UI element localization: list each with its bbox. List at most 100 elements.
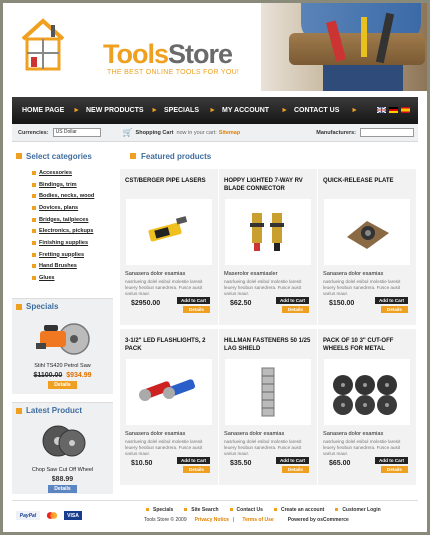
logo-text[interactable]: ToolsStore bbox=[103, 39, 233, 70]
special-name[interactable]: Stihl TS420 Petrol Saw bbox=[12, 363, 113, 369]
nav-contact-us[interactable]: CONTACT US ► bbox=[284, 97, 358, 124]
details-button[interactable]: Details bbox=[281, 466, 309, 473]
bullet-icon bbox=[32, 229, 36, 234]
latest-price: $88.99 bbox=[12, 476, 113, 483]
flag-uk-icon[interactable] bbox=[377, 107, 386, 113]
product-image[interactable] bbox=[126, 199, 212, 265]
product-image[interactable] bbox=[225, 199, 311, 265]
product-price: $150.00 bbox=[329, 300, 355, 307]
bullet-icon bbox=[32, 182, 36, 187]
category-item[interactable]: Dovices, plans bbox=[32, 202, 113, 214]
category-item[interactable]: Accessories bbox=[32, 167, 113, 179]
add-to-cart-button[interactable]: Add to Cart bbox=[374, 297, 408, 304]
add-to-cart-button[interactable]: Add to Cart bbox=[374, 457, 408, 464]
petrol-saw-image[interactable] bbox=[32, 317, 94, 357]
bullet-square-icon bbox=[16, 303, 22, 310]
footer-link-search[interactable]: Site Search bbox=[182, 507, 227, 513]
category-item[interactable]: Bridges, tailpieces bbox=[32, 214, 113, 226]
nav-new-products[interactable]: NEW PRODUCTS ► bbox=[76, 97, 158, 124]
details-button[interactable]: Details bbox=[281, 306, 309, 313]
footer-link-label: Site Search bbox=[191, 507, 219, 513]
category-label: Accessories bbox=[39, 169, 72, 176]
special-details-button[interactable]: Details bbox=[48, 380, 77, 389]
category-label: Hand Brushes bbox=[39, 263, 77, 270]
product-title[interactable]: CST/BERGER PIPE LASERS bbox=[125, 177, 213, 199]
category-item[interactable]: Electronics, pickups bbox=[32, 225, 113, 237]
hero-image bbox=[261, 3, 427, 91]
bullet-icon bbox=[32, 276, 36, 281]
nav-my-account-label: MY ACCOUNT bbox=[222, 107, 270, 114]
category-label: Bindings, trim bbox=[39, 181, 77, 188]
details-button[interactable]: Details bbox=[182, 466, 210, 473]
nav-contact-us-label: CONTACT US bbox=[294, 107, 340, 114]
add-to-cart-button[interactable]: Add to Cart bbox=[176, 297, 210, 304]
privacy-link[interactable]: Privacy Notice bbox=[195, 517, 229, 523]
product-name: Sanasera dolor esamias bbox=[323, 271, 384, 277]
category-item[interactable]: Bindings, trim bbox=[32, 179, 113, 191]
flag-de-icon[interactable] bbox=[389, 107, 398, 113]
product-image[interactable] bbox=[324, 199, 410, 265]
page: ToolsStore THE BEST ONLINE TOOLS FOR YOU… bbox=[3, 3, 427, 532]
category-item[interactable]: Bodies, necks, wood bbox=[32, 190, 113, 202]
add-to-cart-button[interactable]: Add to Cart bbox=[176, 457, 210, 464]
currency-select[interactable]: US Dollar bbox=[52, 128, 101, 137]
special-product: Stihl TS420 Petrol Saw $1100.00 $934.99 D… bbox=[12, 317, 113, 389]
footer-link-label: Customer Login bbox=[342, 507, 381, 513]
product-card: 3-1/2" LED FLASHLIGHTS, 2 PACK Sanasera … bbox=[120, 329, 219, 485]
details-button[interactable]: Details bbox=[380, 466, 408, 473]
latest-name[interactable]: Chop Saw Cut Off Wheel bbox=[12, 467, 113, 473]
product-image[interactable] bbox=[126, 359, 212, 425]
nav-specials[interactable]: SPECIALS ► bbox=[154, 97, 216, 124]
flashlight-icon bbox=[139, 379, 196, 401]
manufacturers-select[interactable] bbox=[360, 128, 414, 137]
footer-link-contact[interactable]: Contact Us bbox=[228, 507, 272, 513]
product-image[interactable] bbox=[324, 359, 410, 425]
nav-home[interactable]: HOME PAGE ► bbox=[12, 97, 80, 124]
product-desc: nasrlueing dolel esibul molestie laresit… bbox=[125, 439, 203, 456]
category-label: Electronics, pickups bbox=[39, 228, 94, 235]
footer-line2: Tools Store © 2009 Privacy Notice | Term… bbox=[144, 517, 349, 523]
bullet-icon bbox=[335, 508, 339, 511]
header: ToolsStore THE BEST ONLINE TOOLS FOR YOU… bbox=[3, 3, 427, 91]
bullet-icon bbox=[273, 508, 277, 511]
category-item[interactable]: Fretting supplies bbox=[32, 249, 113, 261]
product-title[interactable]: PACK OF 10 3" CUT-OFF WHEELS FOR METAL bbox=[323, 337, 411, 359]
bullet-icon bbox=[32, 252, 36, 257]
product-title[interactable]: QUICK-RELEASE PLATE bbox=[323, 177, 411, 199]
nav-specials-label: SPECIALS bbox=[164, 107, 200, 114]
logo-tools-word: Tools bbox=[103, 39, 169, 69]
product-desc: nasrlueing dolel esibul molestie laresit… bbox=[323, 279, 401, 296]
bullet-icon bbox=[146, 508, 149, 511]
category-item[interactable]: Finishing supplies bbox=[32, 237, 113, 249]
payment-logos: PayPal VISA bbox=[16, 511, 82, 520]
product-title[interactable]: HOPPY LIGHTED 7-WAY RV BLADE CONNECTOR bbox=[224, 177, 312, 199]
terms-link[interactable]: Terms of Use bbox=[242, 517, 273, 523]
footer-link-create-account[interactable]: Create an account bbox=[272, 507, 333, 513]
bullet-icon bbox=[32, 264, 36, 269]
flag-es-icon[interactable] bbox=[401, 107, 410, 113]
product-grid: CST/BERGER PIPE LASERS Sanasera dolor es… bbox=[120, 169, 418, 485]
specials-box: Specials Stihl TS420 Petrol Saw $1100.00… bbox=[12, 297, 113, 394]
details-button[interactable]: Details bbox=[380, 306, 408, 313]
add-to-cart-button[interactable]: Add to Cart bbox=[275, 457, 309, 464]
product-card: QUICK-RELEASE PLATE Sanasera dolor esami… bbox=[318, 169, 417, 325]
add-to-cart-button[interactable]: Add to Cart bbox=[275, 297, 309, 304]
product-title[interactable]: 3-1/2" LED FLASHLIGHTS, 2 PACK bbox=[125, 337, 213, 359]
latest-title: Latest Product bbox=[26, 406, 83, 416]
product-image[interactable] bbox=[225, 359, 311, 425]
footer-link-label: Contact Us bbox=[236, 507, 263, 513]
product-title[interactable]: HILLMAN FASTENERS 50 1/25 LAG SHIELD bbox=[224, 337, 312, 359]
footer-link-specials[interactable]: Specials bbox=[144, 507, 182, 513]
powered-by[interactable]: Powered by osCommerce bbox=[288, 517, 349, 523]
specials-title: Specials bbox=[26, 302, 59, 312]
category-item[interactable]: Hand Brushes bbox=[32, 261, 113, 273]
nav-my-account[interactable]: MY ACCOUNT ► bbox=[212, 97, 288, 124]
cut-off-wheel-image[interactable] bbox=[32, 421, 94, 461]
cart-label[interactable]: Shopping Cart bbox=[136, 130, 174, 136]
latest-details-button[interactable]: Details bbox=[48, 484, 77, 493]
product-card: CST/BERGER PIPE LASERS Sanasera dolor es… bbox=[120, 169, 219, 325]
category-item[interactable]: Glues bbox=[32, 272, 113, 284]
details-button[interactable]: Details bbox=[182, 306, 210, 313]
footer-link-customer-login[interactable]: Customer Login bbox=[333, 507, 389, 513]
sitemap-link[interactable]: Sitemap bbox=[219, 130, 240, 136]
